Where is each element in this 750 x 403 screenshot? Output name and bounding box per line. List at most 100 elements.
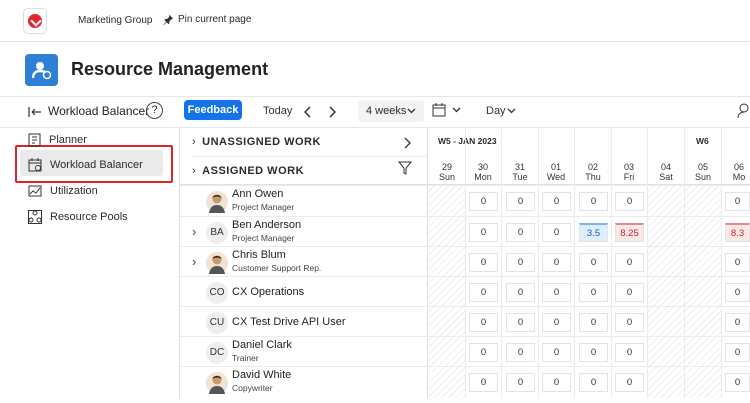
allocation-cell[interactable]: 0 (469, 192, 498, 211)
allocation-cell[interactable]: 0 (542, 253, 571, 272)
allocation-cell[interactable]: 0 (469, 313, 498, 332)
table-row[interactable]: Ann Owen Project Manager 0 0 0 0 0 0 (180, 185, 750, 216)
allocation-cell[interactable]: 0 (542, 192, 571, 211)
allocation-cell[interactable]: 0 (579, 343, 608, 362)
allocation-cell[interactable]: 0 (615, 343, 644, 362)
allocation-cell[interactable]: 0 (615, 253, 644, 272)
workload-grid: › UNASSIGNED WORK › ASSIGNED WORK W5 - J… (179, 128, 750, 398)
day-header: 06 Mo (721, 162, 750, 182)
calendar-icon[interactable] (432, 103, 446, 117)
person-name[interactable]: Ann Owen (232, 188, 283, 200)
allocation-cell[interactable]: 0 (506, 223, 535, 242)
chevron-right-icon: › (192, 136, 197, 148)
allocation-cell[interactable]: 0 (725, 253, 750, 272)
person-name[interactable]: Daniel Clark (232, 339, 292, 351)
allocation-cell[interactable]: 0 (506, 373, 535, 392)
table-row[interactable]: DC Daniel Clark Trainer 0 0 0 0 0 0 (180, 336, 750, 367)
allocation-cell[interactable]: 0 (615, 283, 644, 302)
allocation-cell[interactable]: 0 (579, 313, 608, 332)
allocation-cell[interactable]: 0 (579, 283, 608, 302)
allocation-cell[interactable]: 0 (506, 343, 535, 362)
allocation-cell[interactable]: 0 (725, 343, 750, 362)
help-icon[interactable]: ? (146, 102, 163, 119)
day-header: 29 Sun (429, 162, 465, 182)
expand-row-icon[interactable]: › (192, 224, 196, 239)
allocation-cell[interactable]: 0 (469, 373, 498, 392)
allocation-cell[interactable]: 0 (725, 313, 750, 332)
allocation-cell[interactable]: 0 (579, 253, 608, 272)
allocation-cell[interactable]: 0 (506, 283, 535, 302)
person-name[interactable]: CX Test Drive API User (232, 316, 346, 328)
day-of-week: Mon (474, 172, 492, 182)
utilization-icon (28, 185, 42, 197)
sidebar-item-planner[interactable]: Planner (28, 130, 87, 150)
granularity-dropdown[interactable]: Day (486, 105, 506, 117)
allocation-cell[interactable]: 0 (579, 373, 608, 392)
allocation-cell[interactable]: 0 (542, 343, 571, 362)
allocation-cell[interactable]: 0 (542, 223, 571, 242)
workload-calendar-icon (28, 158, 42, 172)
allocation-cell[interactable]: 0 (542, 373, 571, 392)
day-number: 01 (550, 162, 561, 172)
allocation-cell[interactable]: 0 (469, 223, 498, 242)
pin-label: Pin current page (178, 14, 252, 25)
range-dropdown[interactable]: 4 weeks (358, 100, 424, 122)
expand-row-icon[interactable]: › (192, 254, 196, 269)
user-settings-icon[interactable] (737, 103, 749, 119)
day-header: 01 Wed (538, 162, 574, 182)
table-row[interactable]: CO CX Operations 0 0 0 0 0 0 (180, 276, 750, 307)
person-name[interactable]: CX Operations (232, 286, 304, 298)
table-row[interactable]: › BA Ben Anderson Project Manager 0 0 0 3.5 8.25… (180, 216, 750, 247)
allocation-cell[interactable]: 0 (469, 283, 498, 302)
allocation-cell[interactable]: 3.5 (579, 223, 608, 242)
allocation-cell[interactable]: 8.25 (615, 223, 644, 242)
today-button[interactable]: Today (263, 105, 292, 117)
sidebar-item-resource-pools[interactable]: Resource Pools (28, 207, 128, 227)
group-breadcrumb[interactable]: Marketing Group (78, 15, 152, 26)
next-icon[interactable] (328, 106, 336, 118)
table-row[interactable]: David White Copywriter 0 0 0 0 0 0 (180, 366, 750, 397)
allocation-cell[interactable]: 0 (542, 283, 571, 302)
allocation-cell[interactable]: 0 (725, 283, 750, 302)
filter-icon[interactable] (398, 161, 412, 175)
day-header: 02 Thu (575, 162, 611, 182)
day-number: 02 (587, 162, 598, 172)
allocation-cell[interactable]: 0 (469, 253, 498, 272)
sidebar-item-workload-balancer[interactable]: Workload Balancer (28, 155, 143, 175)
feedback-button[interactable]: Feedback (184, 100, 242, 120)
allocation-cell[interactable]: 0 (615, 192, 644, 211)
allocation-cell[interactable]: 0 (506, 313, 535, 332)
allocation-cell[interactable]: 0 (725, 373, 750, 392)
person-name[interactable]: David White (232, 369, 291, 381)
allocation-cell[interactable]: 0 (469, 343, 498, 362)
person-name[interactable]: Chris Blum (232, 249, 286, 261)
assigned-work-section[interactable]: › ASSIGNED WORK (192, 156, 427, 184)
table-row[interactable]: › Chris Blum Customer Support Rep. 0 0 0 0 0 0 (180, 246, 750, 277)
pin-page-button[interactable]: Pin current page (163, 14, 251, 25)
collapse-panel-icon[interactable] (28, 106, 42, 118)
allocation-cell[interactable]: 0 (506, 253, 535, 272)
allocation-cell[interactable]: 0 (506, 192, 535, 211)
person-name[interactable]: Ben Anderson (232, 219, 301, 231)
day-number: 03 (623, 162, 634, 172)
day-header: 30 Mon (465, 162, 501, 182)
day-header: 04 Sat (648, 162, 684, 182)
allocation-cell[interactable]: 0 (579, 192, 608, 211)
chevron-down-icon[interactable] (507, 108, 516, 114)
sidebar-item-label: Workload Balancer (50, 159, 143, 171)
day-of-week: Mo (732, 172, 746, 182)
allocation-cell[interactable]: 0 (542, 313, 571, 332)
planner-icon (28, 133, 41, 147)
allocation-cell[interactable]: 0 (725, 192, 750, 211)
expand-unassigned-icon[interactable] (403, 137, 411, 149)
allocation-cell[interactable]: 0 (615, 313, 644, 332)
allocation-cell[interactable]: 0 (615, 373, 644, 392)
calendar-dropdown-icon[interactable] (452, 107, 461, 113)
person-role: Copywriter (232, 383, 273, 393)
allocation-cell[interactable]: 8.3 (725, 223, 750, 242)
workfront-logo-icon[interactable] (23, 8, 47, 34)
table-row[interactable]: CU CX Test Drive API User 0 0 0 0 0 0 (180, 306, 750, 337)
week-label: W5 - JAN 2023 (438, 136, 497, 146)
sidebar-item-utilization[interactable]: Utilization (28, 181, 98, 201)
previous-icon[interactable] (304, 106, 312, 118)
